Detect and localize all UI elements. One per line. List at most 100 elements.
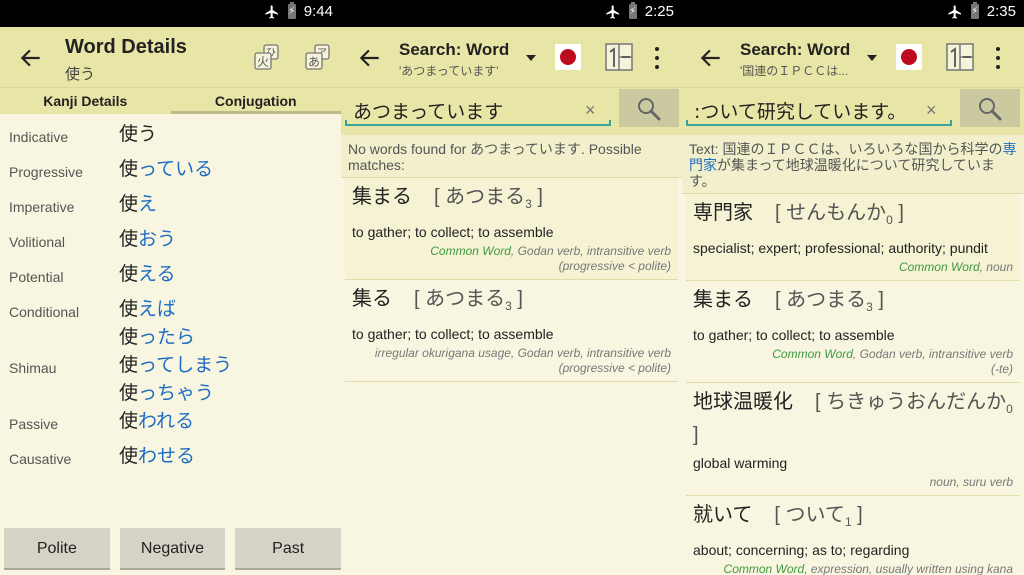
back-arrow-icon[interactable] [698,45,724,71]
app-bar: Search: Word 'あつまっています' [341,27,682,88]
results-list: 集まる [ あつまる3 ] to gather; to collect; to a… [341,178,682,382]
conjugation-label: Imperative [9,199,75,215]
overflow-menu-icon[interactable] [994,47,1002,69]
conjugation-label: Shimau [9,360,57,376]
form-stem: 使 [119,264,139,285]
battery-charging-icon: ⚡ [287,2,296,19]
conjugation-form: 使えば [119,295,195,323]
entry-reading: [ せんもんか0 ] [775,202,904,227]
form-stem: 使 [119,446,139,467]
entry-heading: 就いて [ ついて1 ] [693,502,1013,535]
tab-conjugation[interactable]: Conjugation [170,88,341,114]
entry-reading: [ あつまる3 ] [434,186,543,211]
clear-search-icon[interactable]: × [585,100,596,121]
back-arrow-icon[interactable] [18,45,44,71]
search-query-subtitle: 'あつまっています' [399,64,499,78]
reading-index: 3 [866,300,873,314]
kanji-lookup-icon[interactable]: ひ 火 [252,43,282,73]
part-of-speech-tags: , Godan verb, intransitive verb [510,244,671,258]
japanese-flag-icon[interactable] [555,44,581,70]
form-suffix: う [138,124,158,145]
conjugation-list: Indicative 使う Progressive 使っている Imperative 使え… [0,114,341,477]
form-suffix: っている [138,159,214,180]
entry-tags: Common Word, noun [693,260,1013,275]
app-bar: Word Details 使う ひ 火 ア あ [0,27,341,88]
entry-tags: irregular okurigana usage, Godan verb, i… [352,346,671,376]
results-list: 専門家 [ せんもんか0 ] specialist; expert; profes… [682,194,1024,575]
search-mode-dropdown-icon[interactable] [867,55,877,61]
conjugation-forms: 使え [119,190,157,218]
search-mode-dropdown-icon[interactable] [526,55,536,61]
common-word-tag: Common Word [898,260,980,274]
search-icon [638,98,661,121]
search-query-subtitle: '国連のＩＰＣＣは... [740,64,849,78]
message-prefix: No words found for [348,141,471,157]
result-entry[interactable]: 地球温暖化[ ちきゅうおんだんか0 ] global warming noun,… [686,383,1020,496]
common-word-tag: Common Word [723,562,805,575]
entry-word: 就いて [693,504,753,526]
search-word-screen-1: ⚡ 2:25 Search: Word 'あつまっています' あつまっています … [341,0,682,575]
search-button[interactable] [619,89,679,127]
conjugation-form: 使ってしまう [119,351,232,379]
form-stem: 使 [119,124,139,145]
reading-index: 1 [844,515,852,529]
form-suffix: える [138,264,176,285]
entry-word: 集まる [693,289,753,311]
search-mode-title[interactable]: Search: Word [740,40,850,60]
status-time: 9:44 [303,3,333,20]
result-entry[interactable]: 集る [ あつまる3 ] to gather; to collect; to as… [345,280,678,382]
search-input[interactable]: あつまっています [345,93,611,126]
conjugation-form: 使ったら [119,323,195,351]
result-entry[interactable]: 集まる [ あつまる3 ] to gather; to collect; to a… [345,178,678,280]
form-suffix: ったら [138,327,196,348]
conjugation-form: 使っちゃう [119,379,232,407]
search-mode-title[interactable]: Search: Word [399,40,509,60]
text-suffix: が集まって地球温暖化について研究しています。 [689,157,995,189]
conjugation-row: Volitional 使おう [0,225,341,260]
form-stem: 使 [119,159,139,180]
form-stem: 使 [119,299,139,320]
search-word-screen-2: ⚡ 2:35 Search: Word '国連のＩＰＣＣは... :ついて研究し… [682,0,1024,575]
conjugation-form: 使わせる [119,442,195,470]
form-stem: 使 [119,327,139,348]
reading-text: ちきゅうおんだんか [826,391,1007,413]
common-word-tag: Common Word [772,347,853,361]
text-prefix: Text: 国連のＩＰＣＣは、いろいろな国から科学の [689,141,1003,157]
result-entry[interactable]: 就いて [ ついて1 ] about; concerning; as to; re… [686,496,1020,575]
negative-button[interactable]: Negative [119,528,226,570]
word-details-screen: ⚡ 9:44 Word Details 使う ひ 火 ア あ Kanji Det… [0,0,341,575]
tab-kanji-details[interactable]: Kanji Details [0,88,171,114]
result-entry[interactable]: 専門家 [ せんもんか0 ] specialist; expert; profes… [686,194,1020,281]
search-input[interactable]: :ついて研究しています。 [686,93,952,126]
inflection-note: (progressive < polite) [558,361,671,375]
polite-button[interactable]: Polite [4,528,110,570]
japanese-flag-icon[interactable] [896,44,922,70]
entry-definition: about; concerning; as to; regarding [693,542,910,558]
entry-word: 地球温暖化 [693,391,793,413]
overflow-menu-icon[interactable] [653,47,661,69]
battery-charging-icon: ⚡ [970,2,979,19]
conjugation-row: Indicative 使う [0,120,341,155]
page-title: Word Details [65,36,187,58]
part-of-speech-tags: irregular okurigana usage, Godan verb, i… [374,346,671,360]
clear-search-icon[interactable]: × [926,100,937,121]
back-arrow-icon[interactable] [357,45,383,71]
result-entry[interactable]: 集まる [ あつまる3 ] to gather; to collect; to a… [686,281,1020,383]
reading-index: 0 [886,213,893,227]
past-button[interactable]: Past [235,528,341,570]
form-suffix: おう [138,229,177,250]
kana-lookup-icon[interactable]: ア あ [303,43,333,73]
entry-definition: to gather; to collect; to assemble [352,224,554,240]
airplane-mode-icon [948,4,961,19]
search-button[interactable] [960,89,1020,127]
handwriting-board-icon[interactable] [946,43,974,71]
analyzed-text: Text: 国連のＩＰＣＣは、いろいろな国から科学の専門家が集まって地球温暖化に… [682,135,1024,194]
handwriting-board-icon[interactable] [605,43,633,71]
inflection-note: (-te) [991,362,1013,376]
airplane-mode-icon [606,4,619,19]
part-of-speech-tags: , noun [979,260,1013,274]
battery-charging-icon: ⚡ [628,2,637,19]
conjugation-forms: 使う [119,120,157,148]
entry-reading: [ ついて1 ] [774,504,863,529]
conjugation-row: Progressive 使っている [0,155,341,190]
